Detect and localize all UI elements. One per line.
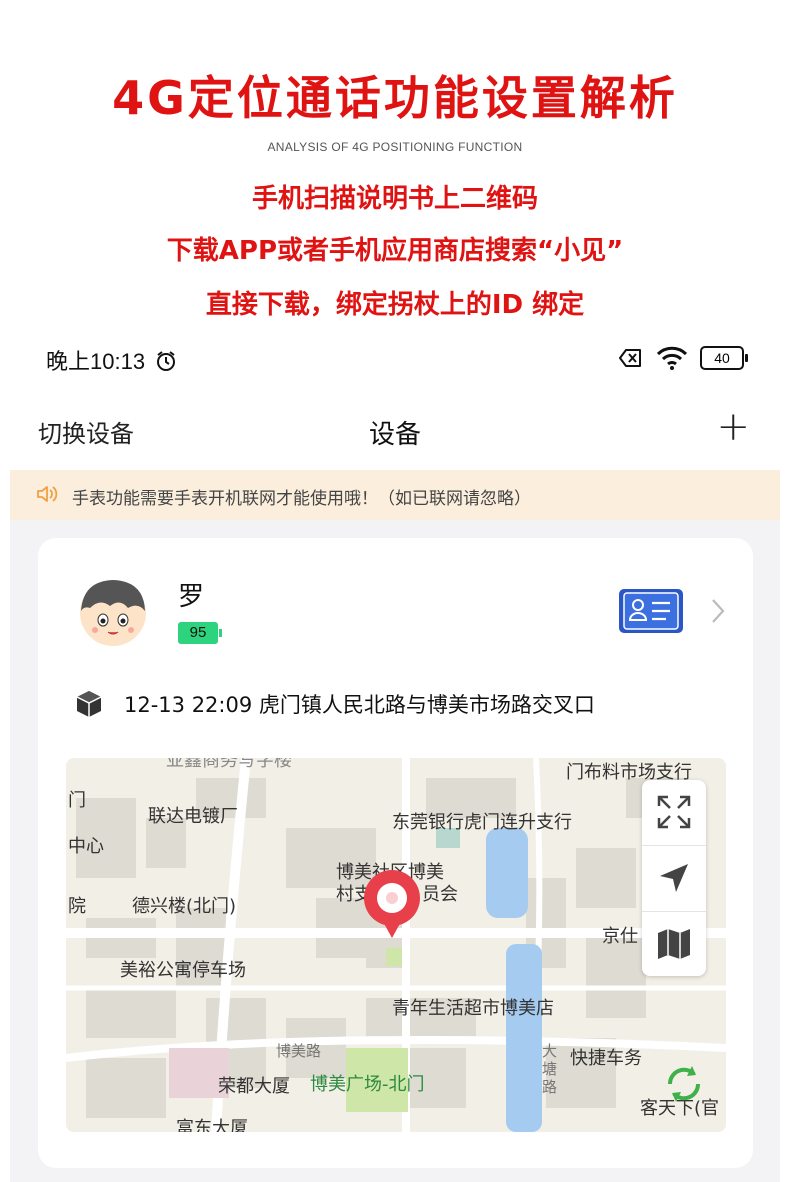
map-label: 中心 bbox=[68, 836, 104, 857]
map-controls bbox=[642, 780, 706, 976]
map-label: 院 bbox=[68, 896, 86, 917]
map-label: 大塘路 bbox=[542, 1042, 558, 1096]
map-label: 德兴楼(北门) bbox=[132, 896, 237, 917]
status-time: 晚上10:13 bbox=[46, 344, 177, 376]
device-battery: 95 bbox=[178, 622, 222, 644]
speaker-icon bbox=[37, 486, 58, 502]
map-label: 美裕公寓停车场 bbox=[120, 960, 246, 981]
location-map[interactable]: 亚鑫商务写字楼 门布料市场支行 门 联达电镀厂 东莞银行虎门连升支行 中心 博美… bbox=[66, 758, 726, 1132]
map-label: 亚鑫商务写字楼 bbox=[166, 758, 292, 771]
map-label: 东莞银行虎门连升支行 bbox=[392, 812, 572, 833]
device-card[interactable]: 罗 95 12-13 22:09 虎门镇人民北路与博美市场路交叉口 亚鑫商务写字… bbox=[38, 538, 753, 1168]
map-label: 门 bbox=[68, 790, 86, 811]
refresh-icon[interactable] bbox=[662, 1062, 706, 1106]
nav-bar: 切换设备 设备 + bbox=[10, 388, 780, 470]
avatar bbox=[80, 580, 146, 646]
map-label: 博美广场-北门 bbox=[310, 1074, 425, 1095]
promo-header: 4G定位通话功能设置解析 ANALYSIS OF 4G POSITIONING … bbox=[0, 0, 790, 330]
location-row: 12-13 22:09 虎门镇人民北路与博美市场路交叉口 bbox=[74, 688, 595, 720]
map-layers-button[interactable] bbox=[642, 912, 706, 976]
map-label: 员会 bbox=[422, 884, 458, 905]
no-sim-icon bbox=[619, 349, 641, 367]
battery-tip bbox=[745, 354, 748, 362]
location-pin-icon[interactable] bbox=[360, 868, 424, 942]
promo-line-3: 直接下载，绑定拐杖上的ID 绑定 bbox=[205, 290, 585, 320]
phone-screen: 晚上10:13 40 切换设备 设备 + 手表功能需要手表开机联网才能使用哦！（… bbox=[10, 330, 780, 1182]
page-title: 设备 bbox=[368, 420, 421, 450]
map-label: 博美路 bbox=[276, 1042, 322, 1060]
status-time-text: 晚上10:13 bbox=[46, 349, 146, 374]
status-battery: 40 bbox=[714, 350, 730, 366]
map-label: 荣都大厦 bbox=[218, 1076, 290, 1097]
promo-line-2: 下载APP或者手机应用商店搜索“小见” bbox=[166, 236, 624, 266]
expand-map-button[interactable] bbox=[642, 780, 706, 844]
promo-title: 4G定位通话功能设置解析 bbox=[112, 71, 678, 125]
add-device-button[interactable]: + bbox=[716, 404, 750, 450]
cube-icon bbox=[76, 691, 102, 717]
battery-icon: 40 bbox=[700, 346, 748, 370]
location-text: 12-13 22:09 虎门镇人民北路与博美市场路交叉口 bbox=[124, 693, 595, 717]
navigate-button[interactable] bbox=[642, 846, 706, 910]
promo-line-1: 手机扫描说明书上二维码 bbox=[251, 184, 538, 214]
map-label: 青年生活超市博美店 bbox=[392, 998, 554, 1019]
alarm-clock-icon bbox=[157, 351, 176, 371]
map-label: 快捷车务 bbox=[570, 1048, 642, 1069]
device-name: 罗 bbox=[178, 582, 205, 612]
promo-subtitle: ANALYSIS OF 4G POSITIONING FUNCTION bbox=[267, 140, 523, 154]
wifi-icon bbox=[656, 346, 688, 370]
id-card-icon[interactable] bbox=[618, 588, 684, 634]
notice-text: 手表功能需要手表开机联网才能使用哦！（如已联网请忽略） bbox=[72, 489, 531, 509]
navigate-icon bbox=[660, 864, 688, 892]
notice-bar: 手表功能需要手表开机联网才能使用哦！（如已联网请忽略） bbox=[10, 470, 780, 520]
map-label: 富东大厦 bbox=[176, 1118, 248, 1132]
map-label: 联达电镀厂 bbox=[148, 806, 238, 827]
map-icon bbox=[658, 929, 690, 959]
status-bar: 晚上10:13 40 bbox=[10, 330, 780, 388]
expand-icon bbox=[657, 795, 691, 829]
chevron-right-icon[interactable] bbox=[708, 598, 728, 624]
map-label: 京仕 bbox=[602, 926, 638, 947]
